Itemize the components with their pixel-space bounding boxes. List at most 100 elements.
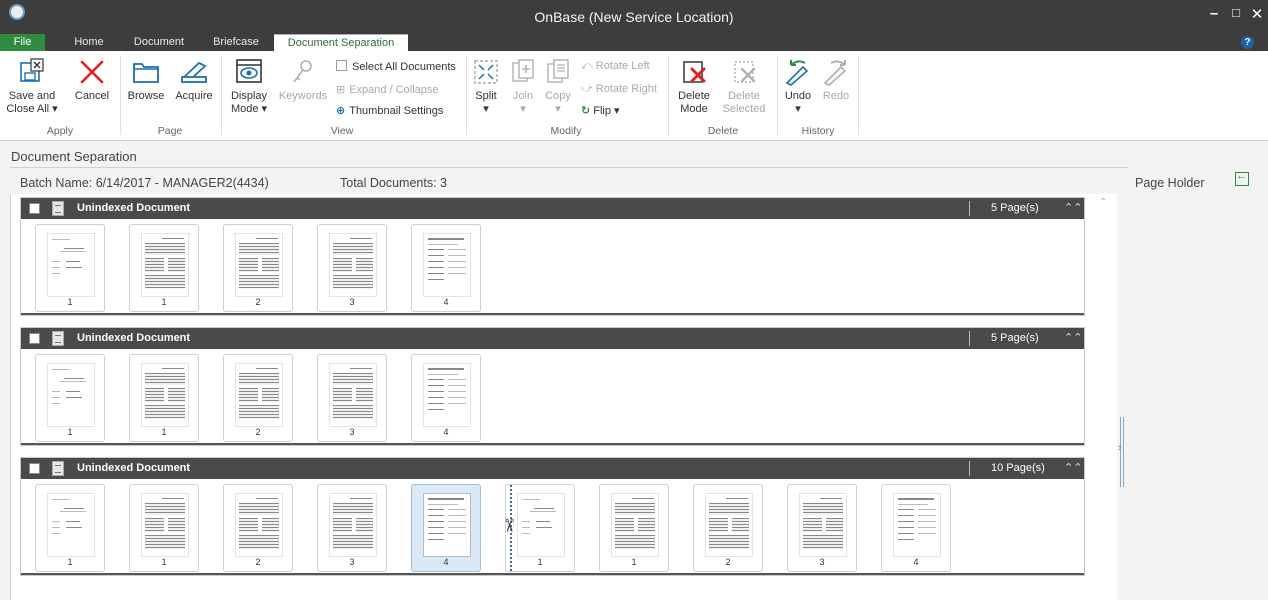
page-number: 3 [349, 557, 355, 567]
undo-icon [785, 60, 809, 86]
page-number: 1 [161, 557, 167, 567]
group-separator [777, 55, 778, 135]
page-thumbnail[interactable]: 2 [223, 224, 293, 312]
group-label-modify: Modify [550, 125, 582, 137]
page-thumbnail[interactable]: 1 [129, 354, 199, 442]
batch-info-bar: Batch Name: 6/14/2017 - MANAGER2(4434) T… [10, 167, 1128, 194]
page-preview [329, 233, 377, 297]
rotate-left-label: Rotate Left [595, 60, 650, 72]
tab-file[interactable]: File [0, 34, 45, 51]
page-number: 1 [67, 427, 73, 437]
undo-button[interactable]: Undo ▾ [780, 57, 816, 116]
page-thumbnail[interactable]: 1 [129, 484, 199, 572]
section-title: Document Separation [11, 149, 137, 164]
page-preview [235, 493, 283, 557]
delete-mode-button[interactable]: Delete Mode [674, 57, 714, 116]
chevron-right-icon[interactable]: › [1118, 442, 1122, 454]
page-thumbnail[interactable]: 3 [317, 224, 387, 312]
page-preview [235, 363, 283, 427]
rotate-right-button[interactable]: ⤻ Rotate Right [581, 83, 657, 96]
collapse-chevron-icon[interactable]: ⌃⌃ [1064, 331, 1082, 344]
group-separator [858, 55, 859, 135]
help-icon[interactable]: ? [1241, 36, 1254, 49]
document-header[interactable]: Unindexed Document 10 Page(s) ⌃⌃ [21, 458, 1084, 479]
redo-label: Redo [822, 90, 850, 102]
rotate-left-button[interactable]: ⤺ Rotate Left [581, 60, 650, 73]
page-thumbnail[interactable]: 4 [411, 354, 481, 442]
tab-briefcase[interactable]: Briefcase [204, 34, 268, 51]
document-block: Unindexed Document 5 Page(s) ⌃⌃ 1 1 2 3 4 [20, 327, 1085, 446]
page-thumbnail[interactable]: 2 [223, 484, 293, 572]
thumbnail-settings-button[interactable]: ⊕ Thumbnail Settings [336, 104, 443, 117]
document-checkbox[interactable] [29, 463, 40, 474]
page-preview [329, 363, 377, 427]
page-preview [423, 493, 471, 557]
page-preview [893, 493, 941, 557]
page-preview [141, 233, 189, 297]
save-and-close-all-button[interactable]: Save and Close All ▾ [6, 57, 58, 116]
page-thumbnail[interactable]: 4 [411, 484, 481, 572]
ribbon: Save and Close All ▾ Cancel Apply Browse… [0, 51, 1268, 141]
page-thumbnail[interactable]: 3 [317, 484, 387, 572]
page-thumbnail[interactable]: 3 [787, 484, 857, 572]
header-divider [969, 331, 970, 346]
page-thumbnail[interactable]: 1 [599, 484, 669, 572]
zoom-plus-icon: ⊕ [336, 105, 346, 117]
delete-mode-icon [683, 61, 706, 83]
delete-selected-button[interactable]: Delete Selected [718, 57, 770, 116]
redo-icon [823, 60, 847, 86]
expand-collapse-button[interactable]: ⊞ Expand / Collapse [336, 83, 439, 96]
join-icon [512, 59, 534, 82]
keywords-button[interactable]: Keywords [277, 57, 329, 103]
close-button[interactable]: ✕ [1249, 5, 1265, 23]
document-icon [52, 331, 64, 346]
collapse-chevron-icon[interactable]: ⌃⌃ [1064, 461, 1082, 474]
redo-button[interactable]: Redo [818, 57, 854, 103]
delete-mode-label: Delete Mode [678, 90, 710, 115]
page-thumbnail[interactable]: 2 [693, 484, 763, 572]
acquire-button[interactable]: Acquire [172, 57, 216, 103]
main-area: Document Separation Batch Name: 6/14/201… [0, 141, 1268, 600]
page-preview [517, 493, 565, 557]
group-label-delete: Delete [707, 125, 739, 137]
page-thumbnail[interactable]: 4 [411, 224, 481, 312]
display-mode-button[interactable]: Display Mode ▾ [226, 57, 272, 116]
document-header[interactable]: Unindexed Document 5 Page(s) ⌃⌃ [21, 328, 1084, 349]
page-holder-dock-icon[interactable] [1235, 170, 1249, 186]
split-button[interactable]: Split ▾ [469, 57, 503, 116]
expand-collapse-label: Expand / Collapse [349, 84, 439, 96]
page-thumbnail[interactable]: 3 [317, 354, 387, 442]
vertical-scrollbar[interactable] [1094, 194, 1116, 600]
minimize-button[interactable]: – [1206, 5, 1222, 22]
page-preview [47, 233, 95, 297]
page-thumbnail[interactable]: 4 [881, 484, 951, 572]
tab-home[interactable]: Home [66, 34, 112, 51]
scroll-up-arrow-icon[interactable]: ⌃ [1099, 197, 1107, 208]
page-thumbnail[interactable]: 1 [35, 354, 105, 442]
cancel-button[interactable]: Cancel [70, 57, 114, 103]
flip-button[interactable]: ↻ Flip ▾ [581, 104, 620, 117]
tab-document-separation[interactable]: Document Separation [274, 34, 408, 51]
cancel-label: Cancel [74, 90, 110, 102]
join-button[interactable]: Join ▾ [506, 57, 540, 116]
page-thumbnail[interactable]: 1 [35, 224, 105, 312]
collapse-chevron-icon[interactable]: ⌃⌃ [1064, 201, 1082, 214]
select-all-documents-checkbox[interactable]: Select All Documents [336, 60, 456, 73]
document-title: Unindexed Document [77, 202, 191, 214]
page-thumbnail[interactable]: 2 [223, 354, 293, 442]
document-icon [52, 201, 64, 216]
expand-collapse-icon: ⊞ [336, 84, 346, 96]
document-checkbox[interactable] [29, 203, 40, 214]
browse-button[interactable]: Browse [124, 57, 168, 103]
scissors-split-icon[interactable]: ✂ [498, 518, 519, 533]
document-page-count: 10 Page(s) [991, 462, 1045, 474]
tab-document[interactable]: Document [124, 34, 194, 51]
document-header[interactable]: Unindexed Document 5 Page(s) ⌃⌃ [21, 198, 1084, 219]
page-thumbnail[interactable]: 1 [129, 224, 199, 312]
maximize-button[interactable]: □ [1228, 5, 1244, 20]
page-thumbnail[interactable]: 1 [35, 484, 105, 572]
copy-button[interactable]: Copy ▾ [541, 57, 575, 116]
document-checkbox[interactable] [29, 333, 40, 344]
page-number: 2 [255, 297, 261, 307]
browse-label: Browse [127, 90, 165, 102]
